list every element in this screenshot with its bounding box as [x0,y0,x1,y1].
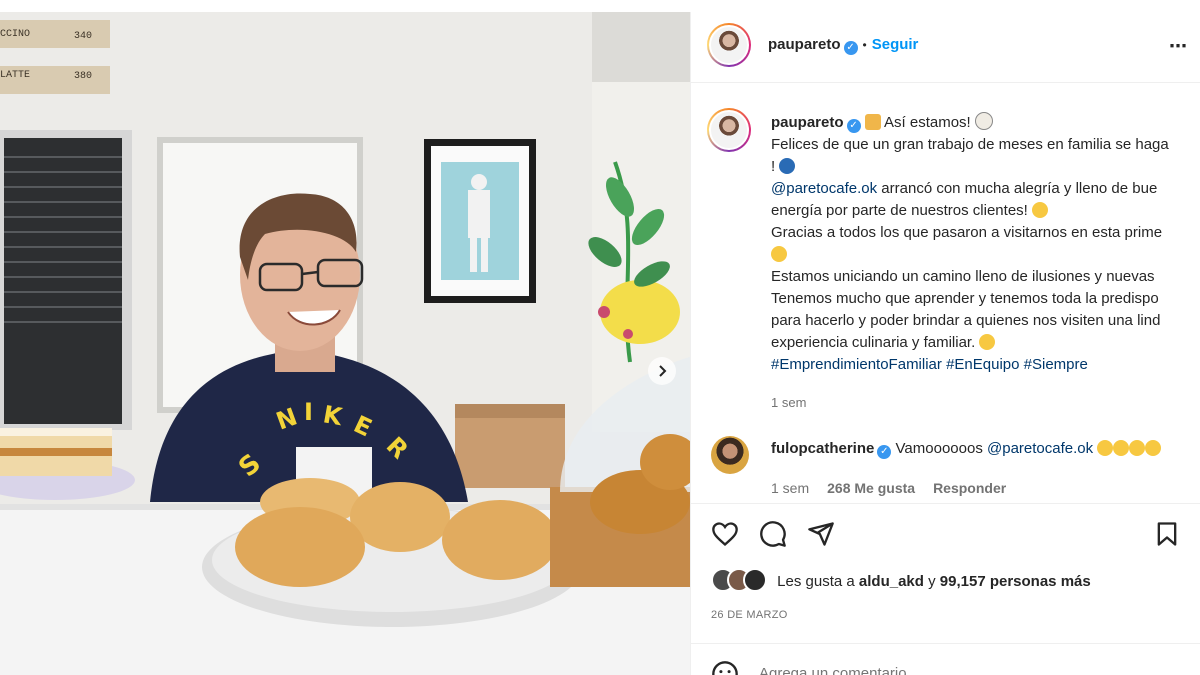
hashtag-link[interactable]: #EnEquipo [946,356,1019,373]
follow-button[interactable]: Seguir [872,36,919,53]
smile-emoji-icon [979,334,996,350]
caption-line-9: para hacerlo y poder brindar a quienes n… [771,312,1161,329]
menu-price-1: 340 [74,31,92,42]
post-date[interactable]: 26 DE MARZO [711,609,788,621]
caption-time[interactable]: 1 sem [771,392,1200,414]
svg-text:I: I [304,398,313,426]
verified-badge-icon: ✓ [877,445,892,459]
header-separator: • [862,38,867,52]
likes-others[interactable]: 99,157 personas más [940,573,1091,590]
comment-text: Vamoooooos [895,440,983,457]
bookmark-icon[interactable] [1153,520,1181,548]
likes-prefix: Les gusta a [777,573,855,590]
hashtag-link[interactable]: #Siempre [1024,356,1088,373]
caption-line-5: energía por parte de nuestros clientes! [771,202,1028,219]
caption-line-2: Felices de que un gran trabajo de meses … [771,136,1169,153]
post-sidebar: paupareto ✓ • Seguir ⋯ paupareto ✓ Así estam… [690,12,1200,675]
emoji-picker-icon[interactable] [711,660,739,675]
caption-line-1: Así estamos! [884,114,971,131]
comment-mention-link[interactable]: @paretocafe.ok [987,440,1093,457]
caption-line-10: experiencia culinaria y familiar. [771,334,976,351]
post-header: paupareto ✓ • Seguir ⋯ [691,12,1200,83]
clap-emoji-icon [1097,440,1114,456]
comment-input[interactable] [757,664,1141,675]
share-icon[interactable] [807,520,835,548]
caption-line-4: arrancó con mucha alegría y lleno de bue [881,180,1158,197]
cake-emoji-icon [974,112,993,130]
add-comment-bar [691,643,1200,675]
caption-line-6: Gracias a todos los que pasaron a visita… [771,224,1163,241]
header-user-row: paupareto ✓ • Seguir [768,36,918,55]
grin-emoji-icon [771,246,787,262]
menu-price-2: 380 [74,71,92,82]
action-bar [691,503,1200,564]
more-options-icon[interactable]: ⋯ [1169,36,1188,57]
menu-item-1: CCINO [0,29,30,40]
comment-meta: 1 sem 268 Me gusta Responder [771,480,1006,496]
comment-username[interactable]: fulopcatherine [771,440,874,457]
reply-button[interactable]: Responder [933,480,1006,496]
comment-text-row: fulopcatherine ✓ Vamoooooos @paretocafe.o… [771,440,1162,459]
heart-icon[interactable] [711,520,739,548]
caption-line-7: Estamos uniciando un camino lleno de ilu… [771,268,1155,285]
comment-icon[interactable] [759,520,787,548]
menu-item-2: LATTE [0,70,30,81]
comment-time[interactable]: 1 sem [771,480,809,496]
chevron-right-icon [659,365,667,377]
hashtag-link[interactable]: #EmprendimientoFamiliar [771,356,942,373]
post-photo: CCINO 340 LATTE 380 S N I K E R [0,12,690,675]
caption-line-8: Tenemos mucho que aprender y tenemos tod… [771,290,1159,307]
caption-username[interactable]: paupareto [771,114,844,131]
caption-avatar[interactable] [707,108,751,152]
cheese-emoji-icon [864,114,881,130]
caption-mention-link[interactable]: @paretocafe.ok [771,180,877,197]
author-avatar[interactable] [707,23,751,67]
clap-emoji-icon [1113,440,1130,456]
mate-emoji-icon [779,158,796,174]
commenter-avatar[interactable] [711,436,749,474]
likes-conj: y [928,573,936,590]
header-username[interactable]: paupareto [768,36,841,53]
photo-scene: CCINO 340 LATTE 380 S N I K E R [0,12,690,675]
likes-summary: Les gusta a aldu_akd y 99,157 personas m… [711,568,1091,596]
hugging-emoji-icon [1032,202,1048,218]
verified-badge-icon: ✓ [846,119,861,133]
verified-badge-icon: ✓ [843,41,858,55]
post-caption: paupareto ✓ Así estamos! Felices de que u… [771,112,1200,414]
clap-emoji-icon [1145,440,1162,456]
liker-avatar [743,568,767,592]
caption-line-3: ! [771,158,776,175]
liker-avatars[interactable] [711,568,767,596]
comment-likes[interactable]: 268 Me gusta [827,480,915,496]
next-photo-button[interactable] [648,357,676,385]
likes-user[interactable]: aldu_akd [859,573,924,590]
clap-emoji-icon [1129,440,1146,456]
